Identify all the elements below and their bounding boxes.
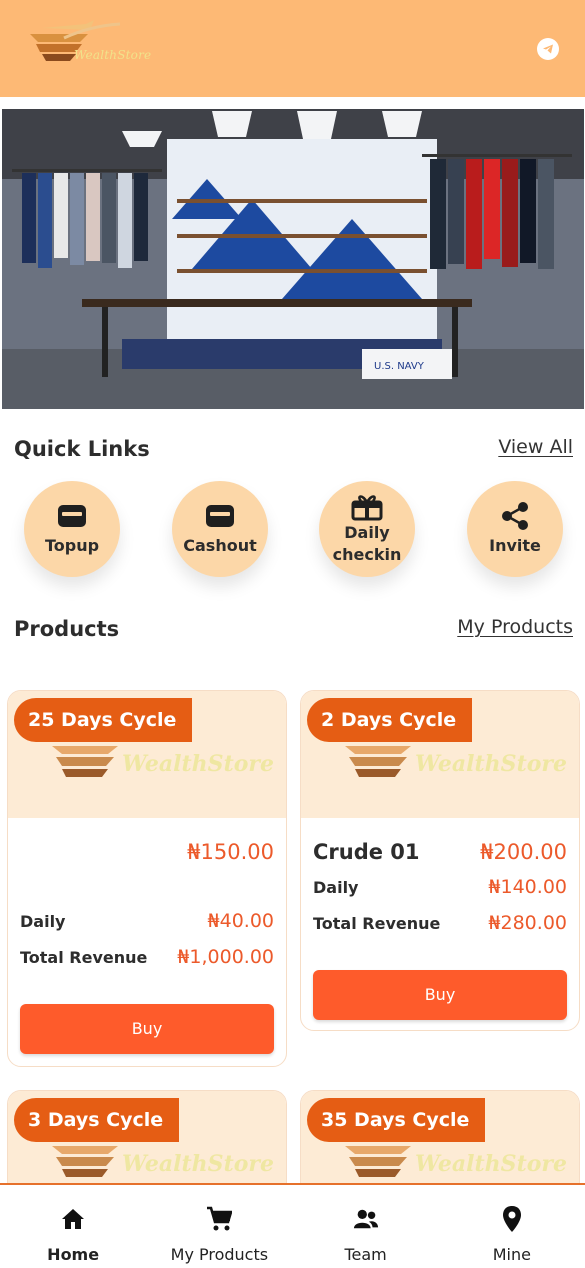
store-banner-image: U.S. NAVY [2, 109, 584, 409]
brand-name: WealthStore [74, 48, 152, 62]
share-icon [498, 501, 532, 531]
cycle-badge: 35 Days Cycle [307, 1098, 486, 1142]
bottom-nav: Home My Products Team Mine [0, 1183, 585, 1268]
location-pin-icon [499, 1205, 525, 1233]
nav-label: Home [47, 1245, 100, 1264]
product-card-banner: 2 Days Cycle WealthStore [301, 691, 579, 818]
banner-sign-text: U.S. NAVY [374, 361, 425, 372]
daily-label: Daily [313, 878, 359, 897]
watermark-text: WealthStore [415, 1151, 567, 1177]
team-icon [353, 1205, 379, 1233]
quick-link-label: Daily checkin [333, 522, 402, 566]
watermark-text: WealthStore [415, 751, 567, 777]
quick-link-label-line2: checkin [332, 545, 402, 564]
cycle-badge: 2 Days Cycle [307, 698, 473, 742]
buy-button[interactable]: Buy [313, 970, 567, 1020]
product-price: ₦150.00 [187, 840, 274, 864]
cycle-badge: 25 Days Cycle [14, 698, 193, 742]
product-card: 25 Days Cycle WealthStore ₦150.00 Daily … [7, 690, 287, 1067]
nav-label: My Products [170, 1245, 269, 1264]
nav-label: Mine [492, 1245, 531, 1264]
buy-button[interactable]: Buy [20, 1004, 274, 1054]
nav-item-mine[interactable]: Mine [439, 1185, 585, 1268]
nav-item-team[interactable]: Team [293, 1185, 439, 1268]
quick-link-label: Invite [489, 536, 541, 555]
quick-link-cashout[interactable]: Cashout [172, 481, 268, 577]
products-title: Products [14, 617, 120, 641]
view-all-link[interactable]: View All [498, 436, 573, 458]
gift-icon [350, 492, 384, 522]
daily-label: Daily [20, 912, 66, 931]
total-revenue-value: ₦280.00 [488, 912, 567, 934]
product-price: ₦200.00 [480, 840, 567, 864]
my-products-link[interactable]: My Products [457, 616, 573, 638]
nav-label: Team [344, 1245, 387, 1264]
product-card: 2 Days Cycle WealthStore Crude 01 ₦200.0… [300, 690, 580, 1031]
cycle-badge: 3 Days Cycle [14, 1098, 180, 1142]
quick-links-title: Quick Links [14, 437, 150, 461]
quick-link-daily-checkin[interactable]: Daily checkin [319, 481, 415, 577]
product-name: Crude 01 [313, 840, 420, 864]
daily-value: ₦140.00 [488, 876, 567, 898]
quick-link-label: Topup [44, 536, 100, 555]
total-revenue-label: Total Revenue [20, 948, 148, 967]
product-card-banner: 25 Days Cycle WealthStore [8, 691, 286, 818]
daily-value: ₦40.00 [207, 910, 274, 932]
cart-icon [206, 1205, 233, 1233]
wallet-icon [203, 501, 237, 531]
watermark-text: WealthStore [122, 751, 274, 777]
telegram-icon[interactable] [537, 38, 559, 60]
watermark-text: WealthStore [122, 1151, 274, 1177]
home-icon [60, 1205, 86, 1233]
quick-link-label: Cashout [183, 536, 257, 555]
total-revenue-label: Total Revenue [313, 914, 441, 933]
nav-item-my-products[interactable]: My Products [146, 1185, 292, 1268]
app-header: WealthStore [0, 0, 585, 97]
quick-link-label-line1: Daily [344, 523, 390, 542]
nav-item-home[interactable]: Home [0, 1185, 146, 1268]
wallet-icon [55, 501, 89, 531]
quick-link-invite[interactable]: Invite [467, 481, 563, 577]
quick-link-topup[interactable]: Topup [24, 481, 120, 577]
total-revenue-value: ₦1,000.00 [177, 946, 274, 968]
